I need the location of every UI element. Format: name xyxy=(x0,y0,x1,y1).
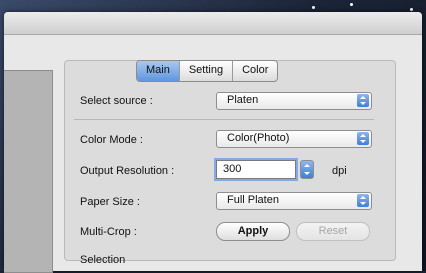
tab-color[interactable]: Color xyxy=(233,61,277,81)
paper-size-popup[interactable]: Full Platen xyxy=(216,192,372,210)
apply-button-label: Apply xyxy=(237,225,269,237)
selection-label: Selection xyxy=(80,254,126,266)
output-resolution-label: Output Resolution : xyxy=(80,165,175,177)
popup-arrows-icon xyxy=(357,132,369,145)
select-source-popup[interactable]: Platen xyxy=(216,92,372,110)
popup-arrows-icon xyxy=(357,94,369,107)
color-mode-label: Color Mode : xyxy=(80,134,143,146)
tab-bar: Main Setting Color xyxy=(136,60,279,82)
desktop-star xyxy=(350,3,353,6)
divider xyxy=(74,119,374,120)
paper-size-label: Paper Size : xyxy=(80,196,140,208)
output-resolution-field[interactable]: 300 xyxy=(216,160,296,179)
select-source-value: Platen xyxy=(227,94,259,106)
apply-button[interactable]: Apply xyxy=(216,222,290,241)
popup-arrows-icon xyxy=(357,194,369,207)
preview-area[interactable] xyxy=(4,70,53,273)
resolution-unit: dpi xyxy=(332,165,347,177)
paper-size-value: Full Platen xyxy=(227,194,279,206)
window-titlebar[interactable] xyxy=(4,12,422,35)
resolution-stepper[interactable] xyxy=(300,160,314,179)
reset-button-label: Reset xyxy=(318,225,348,237)
multi-crop-label: Multi-Crop : xyxy=(80,226,137,238)
desktop-star xyxy=(410,8,413,11)
desktop-star xyxy=(312,6,315,9)
tab-setting[interactable]: Setting xyxy=(180,61,234,81)
tab-main[interactable]: Main xyxy=(137,61,180,81)
output-resolution-value: 300 xyxy=(223,163,242,175)
color-mode-value: Color(Photo) xyxy=(227,132,290,144)
reset-button[interactable]: Reset xyxy=(296,222,370,241)
color-mode-popup[interactable]: Color(Photo) xyxy=(216,130,372,148)
select-source-label: Select source : xyxy=(80,95,153,107)
